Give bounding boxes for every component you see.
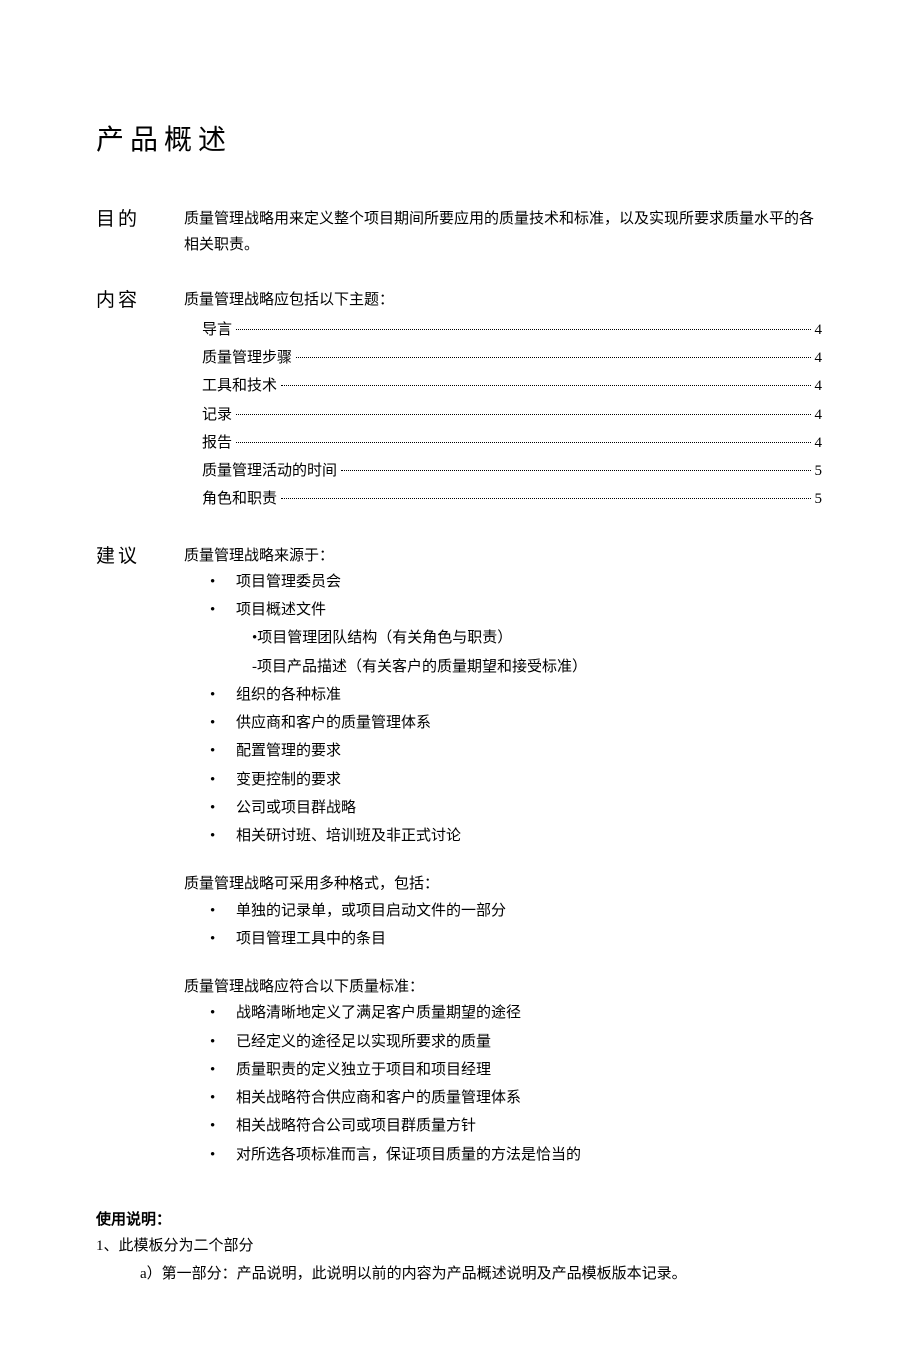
advice-sources-list: 项目管理委员会 项目概述文件	[202, 569, 824, 624]
section-body-purpose: 质量管理战略用来定义整个项目期间所要应用的质量技术和标准，以及实现所要求质量水平…	[184, 206, 824, 259]
document-page: 产品概述 目的 质量管理战略用来定义整个项目期间所要应用的质量技术和标准，以及实…	[0, 0, 920, 1349]
section-body-advice: 质量管理战略来源于： 项目管理委员会 项目概述文件 •项目管理团队结构（有关角色…	[184, 543, 824, 1170]
section-purpose: 目的 质量管理战略用来定义整个项目期间所要应用的质量技术和标准，以及实现所要求质…	[96, 206, 824, 259]
toc-dots	[281, 385, 810, 386]
toc-label: 报告	[202, 430, 232, 456]
toc-dots	[296, 357, 810, 358]
toc-dots	[236, 329, 810, 330]
advice-formats-list: 单独的记录单，或项目启动文件的一部分 项目管理工具中的条目	[202, 898, 824, 953]
list-item: 单独的记录单，或项目启动文件的一部分	[202, 898, 824, 924]
toc-row: 角色和职责 5	[202, 486, 822, 512]
advice-sources-intro: 质量管理战略来源于：	[184, 543, 824, 569]
list-item: 配置管理的要求	[202, 738, 824, 764]
list-item: 相关研讨班、培训班及非正式讨论	[202, 823, 824, 849]
toc-page: 4	[815, 430, 823, 456]
contents-intro: 质量管理战略应包括以下主题：	[184, 287, 824, 313]
toc-dots	[236, 414, 810, 415]
list-item: 战略清晰地定义了满足客户质量期望的途径	[202, 1000, 824, 1026]
advice-sources-list-more: 组织的各种标准 供应商和客户的质量管理体系 配置管理的要求 变更控制的要求 公司…	[202, 682, 824, 850]
toc-row: 质量管理步骤 4	[202, 345, 822, 371]
list-item: 项目管理工具中的条目	[202, 926, 824, 952]
toc-row: 质量管理活动的时间 5	[202, 458, 822, 484]
section-label-purpose: 目的	[96, 206, 184, 235]
list-item: 已经定义的途径足以实现所要求的质量	[202, 1029, 824, 1055]
list-item: 对所选各项标准而言，保证项目质量的方法是恰当的	[202, 1142, 824, 1168]
toc-row: 报告 4	[202, 430, 822, 456]
list-item: 供应商和客户的质量管理体系	[202, 710, 824, 736]
list-item: 相关战略符合供应商和客户的质量管理体系	[202, 1085, 824, 1111]
list-item: 变更控制的要求	[202, 767, 824, 793]
toc-label: 质量管理步骤	[202, 345, 292, 371]
advice-formats-intro: 质量管理战略可采用多种格式，包括：	[184, 871, 824, 897]
toc-label: 记录	[202, 402, 232, 428]
section-contents: 内容 质量管理战略应包括以下主题： 导言 4 质量管理步骤 4 工具和技术 4	[96, 287, 824, 515]
list-item: 质量职责的定义独立于项目和项目经理	[202, 1057, 824, 1083]
usage-line-1: 1、此模板分为二个部分	[96, 1233, 824, 1259]
section-label-advice: 建议	[96, 543, 184, 572]
toc-page: 4	[815, 317, 823, 343]
toc-label: 角色和职责	[202, 486, 277, 512]
section-advice: 建议 质量管理战略来源于： 项目管理委员会 项目概述文件 •项目管理团队结构（有…	[96, 543, 824, 1170]
list-item: 组织的各种标准	[202, 682, 824, 708]
list-item: 相关战略符合公司或项目群质量方针	[202, 1113, 824, 1139]
section-body-contents: 质量管理战略应包括以下主题： 导言 4 质量管理步骤 4 工具和技术 4	[184, 287, 824, 515]
toc-page: 5	[815, 486, 823, 512]
table-of-contents: 导言 4 质量管理步骤 4 工具和技术 4 记录 4	[202, 317, 824, 513]
list-item: 项目概述文件	[202, 597, 824, 623]
usage-sub-a: a）第一部分：产品说明，此说明以前的内容为产品概述说明及产品模板版本记录。	[140, 1261, 824, 1287]
toc-page: 4	[815, 373, 823, 399]
toc-label: 工具和技术	[202, 373, 277, 399]
advice-standards-intro: 质量管理战略应符合以下质量标准：	[184, 974, 824, 1000]
toc-page: 4	[815, 402, 823, 428]
list-item: 公司或项目群战略	[202, 795, 824, 821]
toc-dots	[281, 498, 810, 499]
toc-page: 5	[815, 458, 823, 484]
toc-dots	[236, 442, 810, 443]
advice-source-sub: -项目产品描述（有关客户的质量期望和接受标准）	[252, 654, 824, 680]
list-item: 项目管理委员会	[202, 569, 824, 595]
usage-heading: 使用说明：	[96, 1208, 824, 1229]
toc-row: 记录 4	[202, 402, 822, 428]
advice-source-sub: •项目管理团队结构（有关角色与职责）	[252, 625, 824, 651]
toc-page: 4	[815, 345, 823, 371]
toc-row: 工具和技术 4	[202, 373, 822, 399]
section-label-contents: 内容	[96, 287, 184, 316]
toc-label: 导言	[202, 317, 232, 343]
page-title: 产品概述	[96, 118, 824, 158]
toc-dots	[341, 470, 810, 471]
advice-standards-list: 战略清晰地定义了满足客户质量期望的途径 已经定义的途径足以实现所要求的质量 质量…	[202, 1000, 824, 1168]
toc-row: 导言 4	[202, 317, 822, 343]
toc-label: 质量管理活动的时间	[202, 458, 337, 484]
